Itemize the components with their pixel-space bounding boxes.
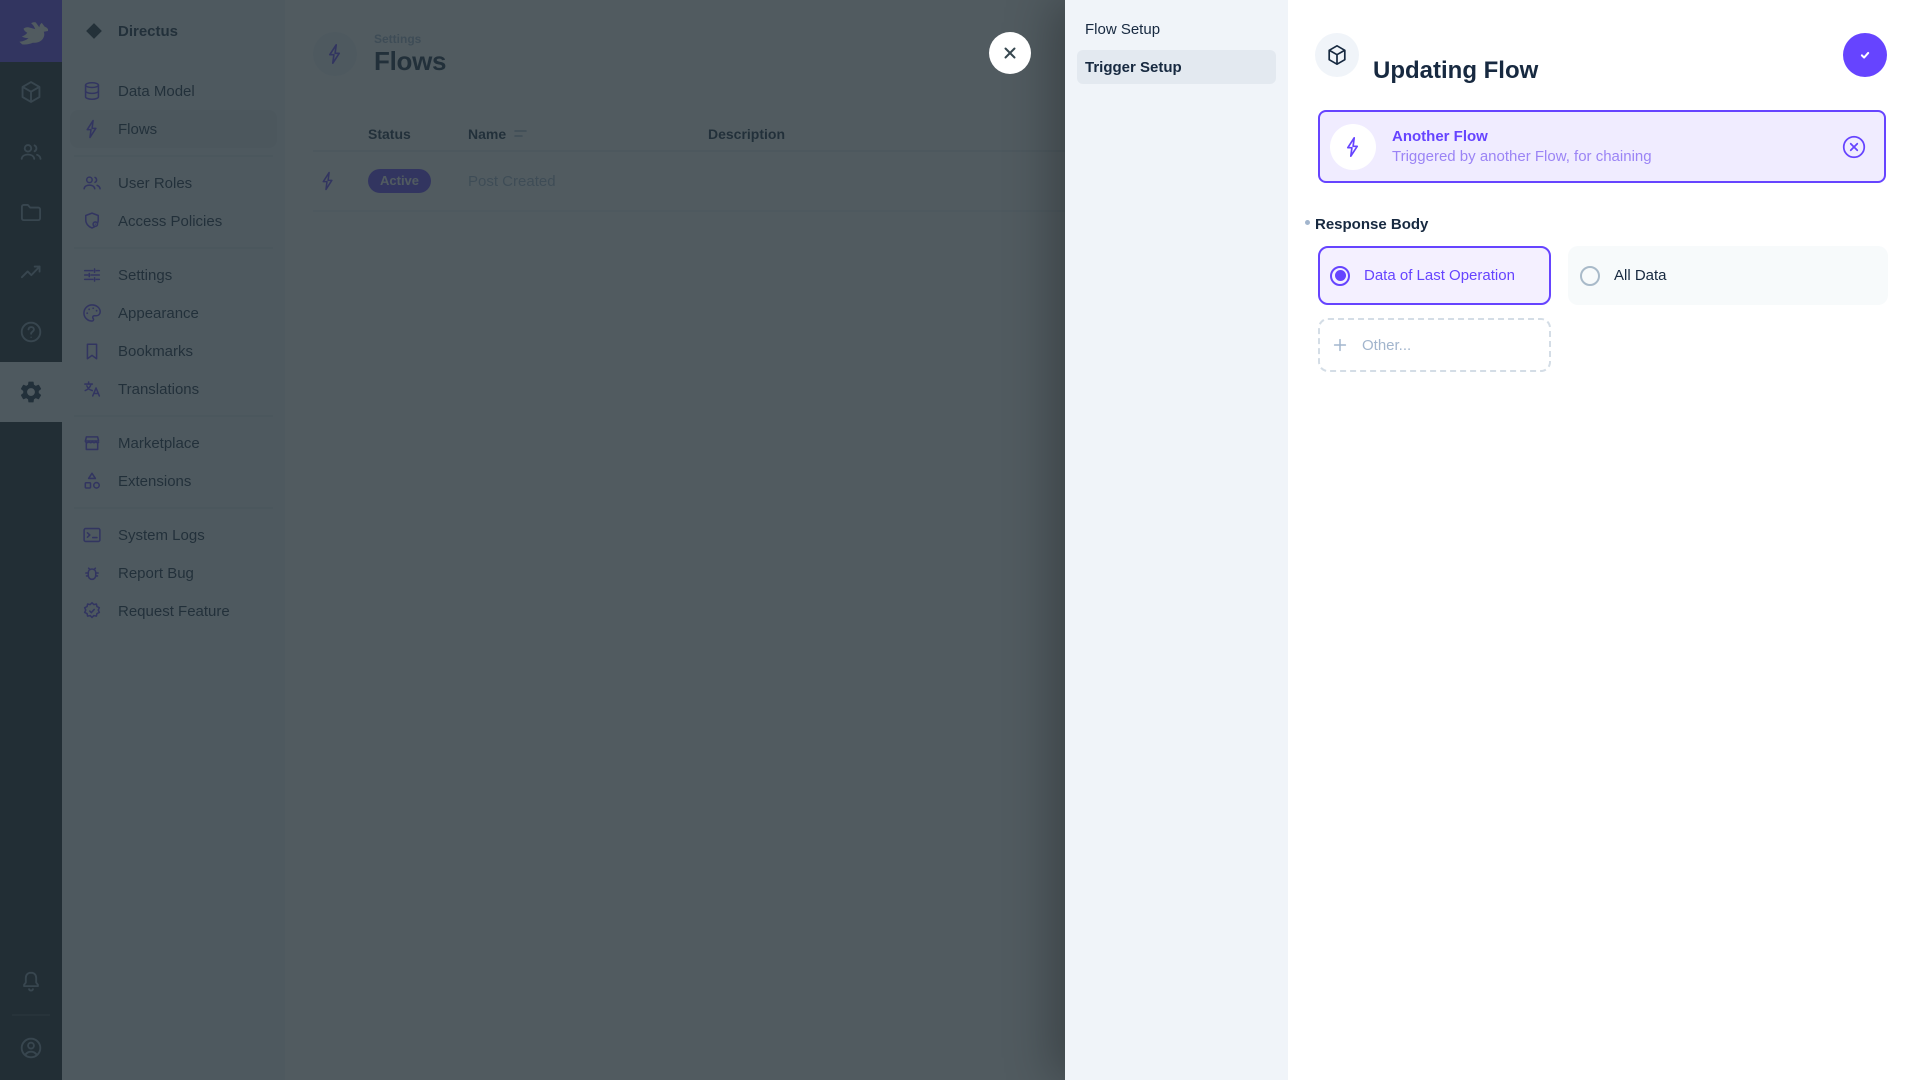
cancel-icon — [1842, 135, 1866, 158]
check-icon — [1860, 51, 1870, 59]
drawer-nav-flow-setup[interactable]: Flow Setup — [1077, 12, 1276, 46]
drawer-close-button[interactable] — [989, 32, 1031, 74]
drawer-body: Updating Flow Another Flow Triggered by … — [1288, 0, 1920, 1080]
trigger-card-subtitle: Triggered by another Flow, for chaining — [1392, 148, 1652, 165]
other-placeholder: Other... — [1362, 336, 1412, 354]
radio-unselected-icon[interactable] — [1580, 265, 1600, 286]
drawer-nav-trigger-setup[interactable]: Trigger Setup — [1077, 50, 1276, 84]
trigger-card-icon — [1330, 123, 1376, 170]
drawer-title: Updating Flow — [1373, 57, 1539, 85]
save-button[interactable] — [1843, 33, 1887, 77]
drawer-title-icon — [1315, 33, 1359, 77]
directus-app: Directus Data Model Flows User Roles — [0, 0, 1920, 1080]
bolt-icon — [1346, 136, 1359, 157]
response-body-label: Response Body — [1305, 216, 1428, 233]
plus-icon — [1333, 338, 1347, 352]
radio-selected-icon[interactable] — [1330, 265, 1350, 286]
drawer-nav: Flow Setup Trigger Setup — [1065, 0, 1288, 1080]
dim-overlay[interactable] — [0, 0, 1065, 1080]
trigger-remove-button[interactable] — [1840, 133, 1868, 161]
option-label: Data of Last Operation — [1364, 267, 1515, 284]
option-data-of-last-operation[interactable]: Data of Last Operation — [1318, 246, 1551, 305]
option-all-data[interactable]: All Data — [1568, 246, 1888, 305]
other-option-input[interactable]: Other... — [1318, 318, 1551, 372]
field-label-text: Response Body — [1315, 216, 1429, 233]
trigger-type-card[interactable]: Another Flow Triggered by another Flow, … — [1318, 110, 1886, 183]
required-dot-icon — [1305, 220, 1310, 225]
option-label: All Data — [1614, 267, 1667, 284]
flow-drawer: Flow Setup Trigger Setup Updating Flow A… — [1065, 0, 1920, 1080]
cube-icon — [1328, 44, 1346, 66]
close-icon — [1004, 47, 1016, 59]
trigger-card-title: Another Flow — [1392, 128, 1488, 145]
